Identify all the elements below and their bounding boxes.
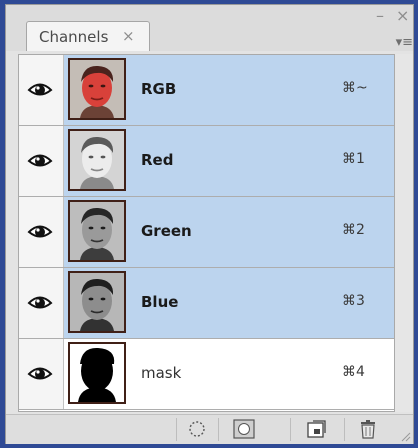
channel-shortcut: ⌘1 <box>342 151 365 167</box>
channel-name: Blue <box>141 293 179 311</box>
channel-name: Red <box>141 151 174 169</box>
channel-name: RGB <box>141 80 177 98</box>
channel-row-red[interactable]: Red ⌘1 <box>19 126 394 197</box>
save-selection-button[interactable] <box>224 418 264 440</box>
channel-row-rgb[interactable]: RGB ⌘~ <box>19 55 394 126</box>
channel-row-body[interactable]: Red ⌘1 <box>64 126 394 196</box>
eye-icon <box>27 225 53 238</box>
tab-close-icon[interactable]: × <box>122 27 135 45</box>
panel-menu-icon[interactable]: ▾≡ <box>396 35 413 50</box>
channels-panel: Channels × – × ▾≡ RGB ⌘~ Red ⌘1 Green ⌘2… <box>5 4 414 444</box>
visibility-toggle[interactable] <box>19 197 64 267</box>
load-selection-icon <box>189 421 205 437</box>
load-selection-button[interactable] <box>182 418 212 440</box>
new-channel-icon <box>307 420 326 438</box>
thumbnail-mask <box>68 342 126 404</box>
resize-grip-icon[interactable] <box>399 430 411 442</box>
trash-icon <box>361 420 375 439</box>
channel-list: RGB ⌘~ Red ⌘1 Green ⌘2 Blue ⌘3 mask ⌘4 <box>18 54 395 412</box>
thumbnail-red <box>68 129 126 191</box>
visibility-toggle[interactable] <box>19 339 64 409</box>
channel-shortcut: ⌘~ <box>342 80 368 96</box>
panel-footer <box>6 414 413 444</box>
footer-divider <box>344 418 345 441</box>
panel-tab-bar: Channels × – × ▾≡ <box>6 5 413 51</box>
channel-row-body[interactable]: mask ⌘4 <box>64 339 394 409</box>
eye-icon <box>27 154 53 167</box>
channel-row-body[interactable]: Green ⌘2 <box>64 197 394 267</box>
eye-icon <box>27 83 53 96</box>
save-selection-icon <box>233 419 255 439</box>
scrollbar-track[interactable] <box>395 54 413 412</box>
channel-row-body[interactable]: RGB ⌘~ <box>64 55 394 125</box>
channel-name: mask <box>141 364 182 382</box>
visibility-toggle[interactable] <box>19 126 64 196</box>
channel-row-blue[interactable]: Blue ⌘3 <box>19 268 394 339</box>
footer-divider <box>290 418 291 441</box>
channel-row-green[interactable]: Green ⌘2 <box>19 197 394 268</box>
channel-name: Green <box>141 222 192 240</box>
window-close-icon[interactable]: × <box>396 8 409 24</box>
thumbnail-rgb <box>68 58 126 120</box>
tab-channels[interactable]: Channels × <box>26 21 150 51</box>
new-channel-button[interactable] <box>296 418 336 440</box>
channel-shortcut: ⌘3 <box>342 293 365 309</box>
channel-shortcut: ⌘2 <box>342 222 365 238</box>
footer-divider <box>176 418 177 441</box>
visibility-toggle[interactable] <box>19 55 64 125</box>
minimize-icon[interactable]: – <box>376 8 384 24</box>
footer-divider <box>218 418 219 441</box>
eye-icon <box>27 367 53 380</box>
delete-channel-button[interactable] <box>350 418 386 440</box>
tab-label: Channels <box>39 28 109 46</box>
channel-shortcut: ⌘4 <box>342 364 365 380</box>
eye-icon <box>27 296 53 309</box>
visibility-toggle[interactable] <box>19 268 64 338</box>
thumbnail-blue <box>68 271 126 333</box>
thumbnail-green <box>68 200 126 262</box>
channel-row-body[interactable]: Blue ⌘3 <box>64 268 394 338</box>
channel-row-mask[interactable]: mask ⌘4 <box>19 339 394 410</box>
